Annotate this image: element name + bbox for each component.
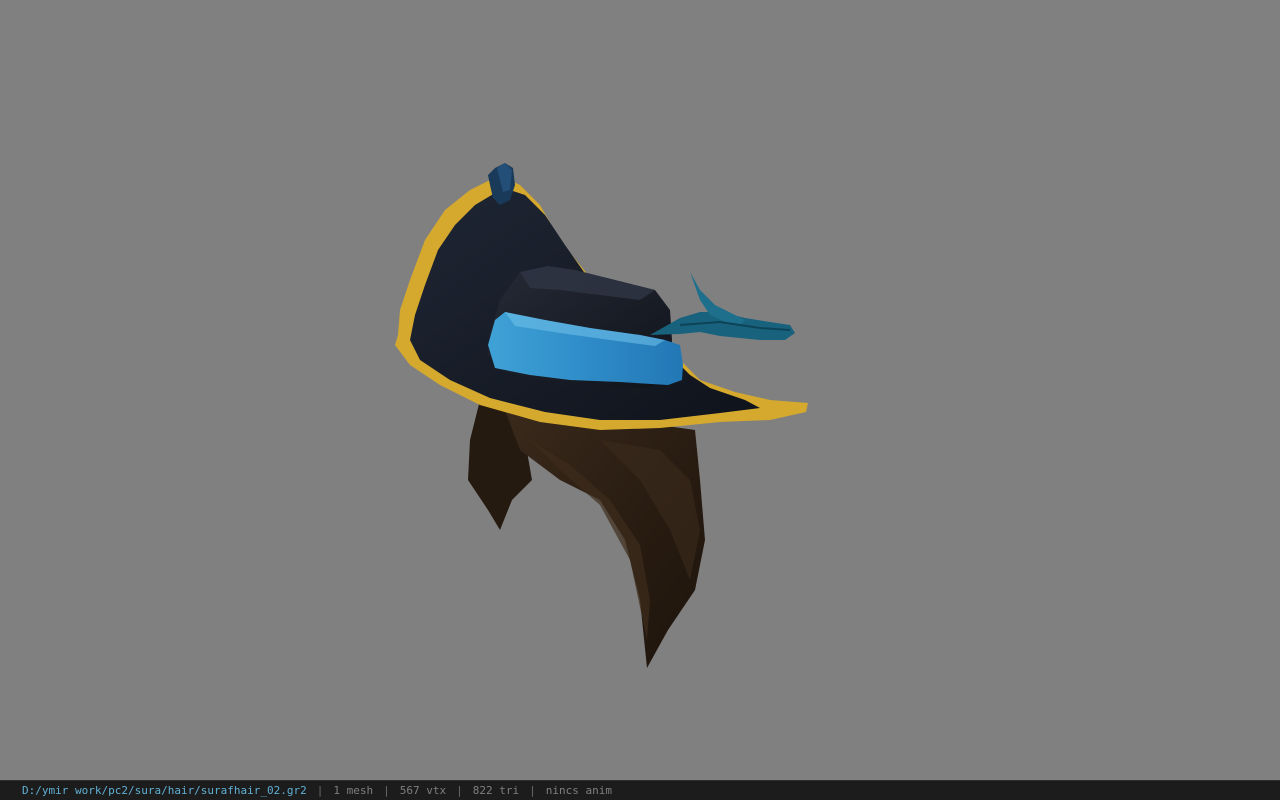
status-bar: D:/ymir work/pc2/sura/hair/surafhair_02.… xyxy=(0,780,1280,800)
separator: | xyxy=(529,784,536,797)
animation-status-label: nincs anim xyxy=(545,784,612,797)
3d-viewport[interactable] xyxy=(0,0,1280,780)
mesh-count-label: 1 mesh xyxy=(333,784,374,797)
separator: | xyxy=(383,784,390,797)
separator: | xyxy=(456,784,463,797)
feather xyxy=(650,272,795,340)
file-path-label: D:/ymir work/pc2/sura/hair/surafhair_02.… xyxy=(22,784,307,797)
triangle-count-label: 822 tri xyxy=(472,784,520,797)
hair-hat-model[interactable] xyxy=(0,0,1280,780)
vertex-count-label: 567 vtx xyxy=(399,784,447,797)
separator: | xyxy=(316,784,324,797)
hair-mesh xyxy=(468,400,705,668)
